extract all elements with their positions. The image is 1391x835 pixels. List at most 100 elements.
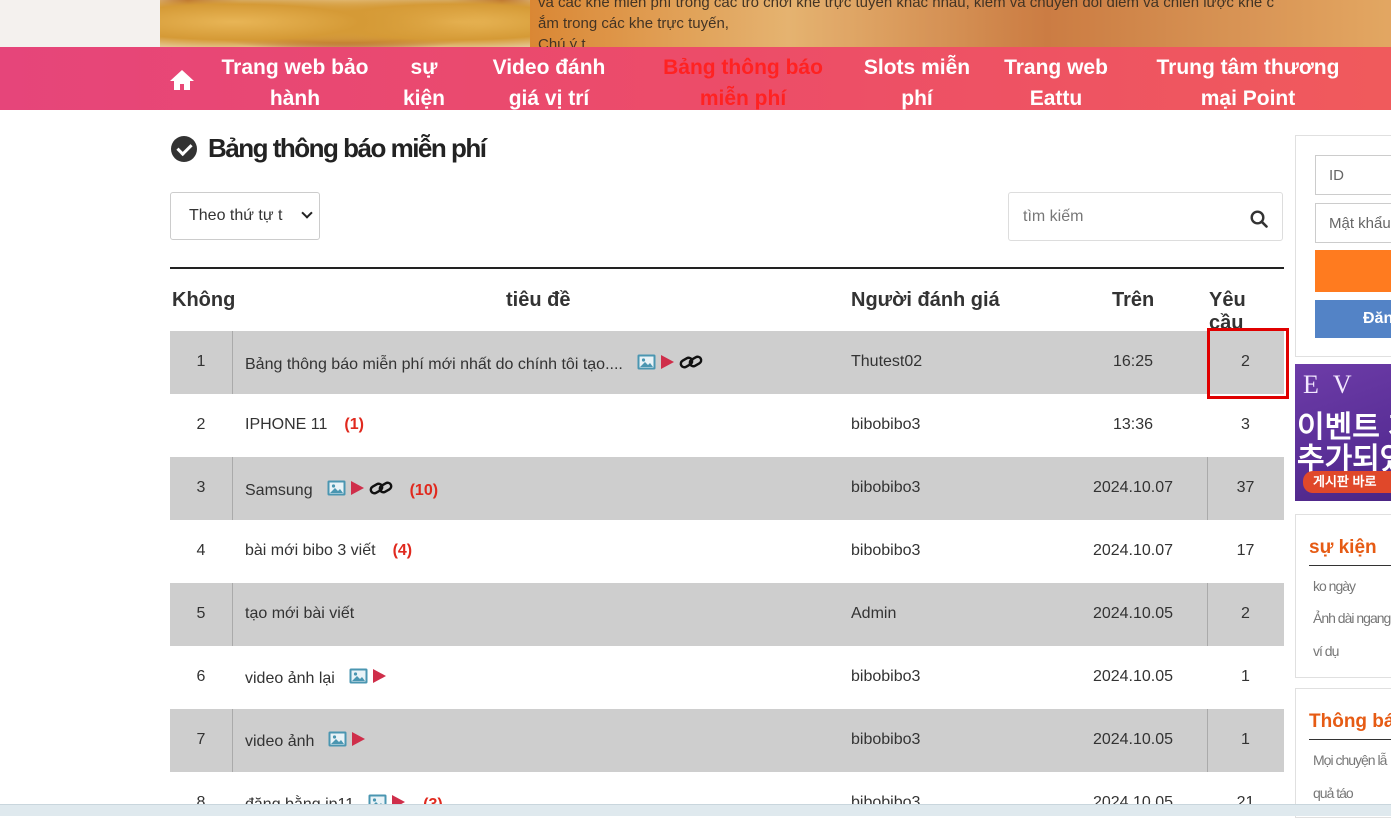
row-author: bibobibo3 <box>851 479 921 496</box>
row-number: 7 <box>196 731 206 748</box>
password-field-placeholder: Mật khẩu <box>1329 214 1391 232</box>
search-input[interactable] <box>1010 194 1240 239</box>
row-title-link[interactable]: Samsung <box>245 482 313 500</box>
main-nav: Trang web bảo hành sự kiện Video đánh gi… <box>0 47 1391 110</box>
id-field[interactable]: ID <box>1315 155 1391 195</box>
banner-line-2: ắm trong các khe trực tuyến, <box>538 15 729 32</box>
row-title-link[interactable]: Bảng thông báo miễn phí mới nhất do chín… <box>245 356 623 374</box>
nav-item-free-slots[interactable]: Slots miễn phí <box>857 52 977 114</box>
signup-button-label: Đăng <box>1363 310 1391 327</box>
events-widget: sự kiện ko ngày Ảnh dài ngang ví dụ <box>1295 514 1391 678</box>
image-icon <box>327 480 346 501</box>
divider <box>232 709 233 772</box>
login-button[interactable] <box>1315 250 1391 292</box>
row-date: 16:25 <box>1112 353 1154 370</box>
board-table: Không tiêu đề Người đánh giá Trên Yêu cầ… <box>170 267 1284 835</box>
nav-label: phí <box>901 87 933 110</box>
divider <box>1309 739 1391 740</box>
highlight-box <box>1207 328 1289 399</box>
row-title-cell: Bảng thông báo miễn phí mới nhất do chín… <box>245 353 703 376</box>
table-row[interactable]: 2 IPHONE 11 (1) bibobibo3 13:36 3 <box>170 394 1284 457</box>
nav-label: Eattu <box>1029 87 1083 110</box>
signup-button[interactable]: Đăng <box>1315 300 1391 338</box>
table-row[interactable]: 7 video ảnh bibobibo3 2024.10.05 1 <box>170 709 1284 772</box>
header-title: tiêu đề <box>506 289 571 311</box>
nav-item-free-board[interactable]: Bảng thông báo miễn phí <box>655 52 831 114</box>
nav-item-warranty-site[interactable]: Trang web bảo hành <box>214 52 376 114</box>
sort-select[interactable]: Theo thứ tự t <box>170 192 320 240</box>
row-number: 5 <box>196 605 206 622</box>
row-title-link[interactable]: IPHONE 11 <box>245 416 327 434</box>
table-row[interactable]: 4 bài mới bibo 3 viết (4) bibobibo3 2024.10.… <box>170 520 1284 583</box>
notices-item[interactable]: Mọi chuyện lẫ <box>1313 752 1387 768</box>
play-icon <box>350 480 365 501</box>
image-icon <box>637 354 656 375</box>
row-title-link[interactable]: video ảnh <box>245 733 314 751</box>
events-item[interactable]: Ảnh dài ngang <box>1313 610 1391 626</box>
row-author: bibobibo3 <box>851 668 921 685</box>
nav-label: sự <box>410 56 438 79</box>
row-requests: 37 <box>1236 479 1255 496</box>
header-no: Không <box>172 289 236 311</box>
row-title-link[interactable]: bài mới bibo 3 viết <box>245 542 376 560</box>
row-requests: 1 <box>1241 668 1250 685</box>
event-banner-ev: EV <box>1303 370 1366 399</box>
nav-item-events[interactable]: sự kiện <box>393 52 455 114</box>
play-icon <box>351 731 366 752</box>
sort-select-value: Theo thứ tự t <box>189 207 283 224</box>
search-box <box>1008 192 1283 241</box>
event-banner[interactable]: EV 이벤트 게 추가되었 게시판 바로 <box>1295 364 1391 501</box>
link-icon <box>679 353 703 376</box>
event-banner-button[interactable]: 게시판 바로 <box>1303 471 1391 493</box>
row-number: 3 <box>196 479 206 496</box>
comment-count: (10) <box>409 481 439 499</box>
table-row[interactable]: 3 Samsung (10) bibobibo3 2024.10.07 37 <box>170 457 1284 520</box>
home-icon[interactable] <box>168 68 196 92</box>
row-author: bibobibo3 <box>851 731 921 748</box>
banner-line-3: Chú ý t... <box>538 36 599 47</box>
id-field-placeholder: ID <box>1329 166 1344 184</box>
page-title: Bảng thông báo miễn phí <box>171 133 487 164</box>
table-body: 1 Bảng thông báo miễn phí mới nhất do chí… <box>170 331 1284 835</box>
row-date: 2024.10.07 <box>1092 479 1174 496</box>
table-row[interactable]: 1 Bảng thông báo miễn phí mới nhất do chí… <box>170 331 1284 394</box>
row-title-link[interactable]: tạo mới bài viết <box>245 605 354 623</box>
events-item[interactable]: ví dụ <box>1313 643 1339 659</box>
banner-line-1: và các khe miễn phí trong các trò chơi k… <box>538 0 1274 11</box>
image-icon <box>349 668 368 689</box>
table-header: Không tiêu đề Người đánh giá Trên Yêu cầ… <box>170 267 1284 334</box>
row-date: 2024.10.05 <box>1092 605 1174 622</box>
nav-item-eattu-site[interactable]: Trang web Eattu <box>996 52 1116 114</box>
table-row[interactable]: 5 tạo mới bài viết Admin 2024.10.05 2 <box>170 583 1284 646</box>
row-author: bibobibo3 <box>851 416 921 433</box>
row-number: 1 <box>196 353 206 370</box>
notices-widget: Thông bá Mọi chuyện lẫ quả táo <box>1295 688 1391 818</box>
row-requests: 2 <box>1241 605 1250 622</box>
header-date: Trên <box>1112 289 1155 311</box>
events-heading[interactable]: sự kiện <box>1309 537 1377 559</box>
search-icon[interactable] <box>1250 210 1268 228</box>
row-date: 13:36 <box>1112 416 1154 433</box>
events-item[interactable]: ko ngày <box>1313 578 1356 594</box>
row-requests: 1 <box>1241 731 1250 748</box>
notices-heading[interactable]: Thông bá <box>1309 711 1391 733</box>
divider <box>1309 565 1391 566</box>
nav-item-point-mall[interactable]: Trung tâm thương mại Point <box>1145 52 1351 114</box>
row-title-cell: Samsung (10) <box>245 479 438 502</box>
table-row[interactable]: 6 video ảnh lại bibobibo3 2024.10.05 1 <box>170 646 1284 709</box>
play-icon <box>660 354 675 375</box>
nav-label: Trang web <box>1004 56 1108 79</box>
row-title-cell: video ảnh lại <box>245 668 387 689</box>
image-icon <box>328 731 347 752</box>
password-field[interactable]: Mật khẩu <box>1315 203 1391 243</box>
chevron-down-icon <box>301 207 313 219</box>
comment-count: (1) <box>344 416 364 433</box>
row-title-link[interactable]: video ảnh lại <box>245 670 335 688</box>
site-logo[interactable] <box>160 0 530 47</box>
check-circle-icon <box>171 135 197 162</box>
row-number: 4 <box>196 542 206 559</box>
nav-item-slot-review-video[interactable]: Video đánh giá vị trí <box>478 52 620 114</box>
site-banner: và các khe miễn phí trong các trò chơi k… <box>0 0 1391 47</box>
notices-item[interactable]: quả táo <box>1313 785 1354 801</box>
row-requests: 17 <box>1236 542 1255 559</box>
